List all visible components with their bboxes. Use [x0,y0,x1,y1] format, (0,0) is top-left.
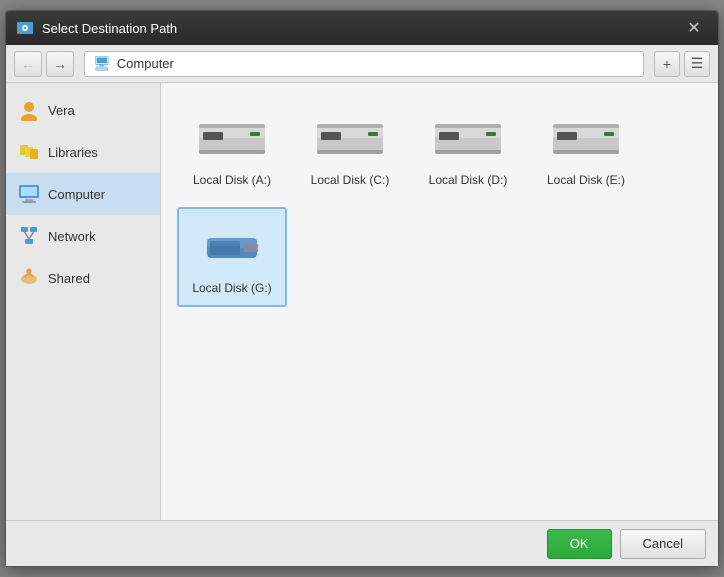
sidebar-item-network-label: Network [48,229,96,244]
close-button[interactable]: ✕ [680,16,708,40]
footer: OK Cancel [6,520,718,566]
disk-icon-a [195,111,269,165]
forward-button[interactable]: → [46,51,74,77]
sidebar-item-computer[interactable]: Computer [6,173,160,215]
ok-button[interactable]: OK [547,529,612,559]
back-button[interactable]: ← [14,51,42,77]
disk-item-e[interactable]: Local Disk (E:) [531,99,641,199]
disk-icon-e [549,111,623,165]
disk-icon-g [195,219,269,273]
dialog-title: Select Destination Path [42,21,680,36]
network-icon [18,225,40,247]
sidebar-item-vera[interactable]: Vera [6,89,160,131]
new-folder-button[interactable]: + [654,51,680,77]
sidebar-item-vera-label: Vera [48,103,75,118]
disk-icon-c [313,111,387,165]
address-bar: 🖥 Computer [84,51,644,77]
disk-label-a: Local Disk (A:) [193,173,271,187]
cancel-button[interactable]: Cancel [620,529,706,559]
sidebar-item-libraries-label: Libraries [48,145,98,160]
main-panel: Local Disk (A:) Local Disk (C:) [161,83,718,520]
disk-label-c: Local Disk (C:) [311,173,390,187]
disk-item-c[interactable]: Local Disk (C:) [295,99,405,199]
content-area: Vera Libraries [6,83,718,520]
disk-item-g[interactable]: Local Disk (G:) [177,207,287,307]
toolbar: ← → 🖥 Computer + ☰ [6,45,718,83]
disk-label-g: Local Disk (G:) [192,281,271,295]
disk-item-a[interactable]: Local Disk (A:) [177,99,287,199]
sidebar-item-network[interactable]: Network [6,215,160,257]
sidebar-item-libraries[interactable]: Libraries [6,131,160,173]
select-destination-dialog: Select Destination Path ✕ ← → 🖥 Computer… [5,10,719,567]
sidebar-item-shared[interactable]: Shared [6,257,160,299]
computer-icon [18,183,40,205]
disk-item-d[interactable]: Local Disk (D:) [413,99,523,199]
sidebar-item-computer-label: Computer [48,187,105,202]
user-icon [18,99,40,121]
address-text: Computer [117,56,174,71]
view-button[interactable]: ☰ [684,51,710,77]
sidebar: Vera Libraries [6,83,161,520]
title-bar: Select Destination Path ✕ [6,11,718,45]
disk-label-e: Local Disk (E:) [547,173,625,187]
app-icon [16,19,34,37]
shared-icon [18,267,40,289]
libraries-icon [18,141,40,163]
computer-address-icon: 🖥 [93,55,111,72]
disk-label-d: Local Disk (D:) [429,173,508,187]
disk-icon-d [431,111,505,165]
sidebar-item-shared-label: Shared [48,271,90,286]
